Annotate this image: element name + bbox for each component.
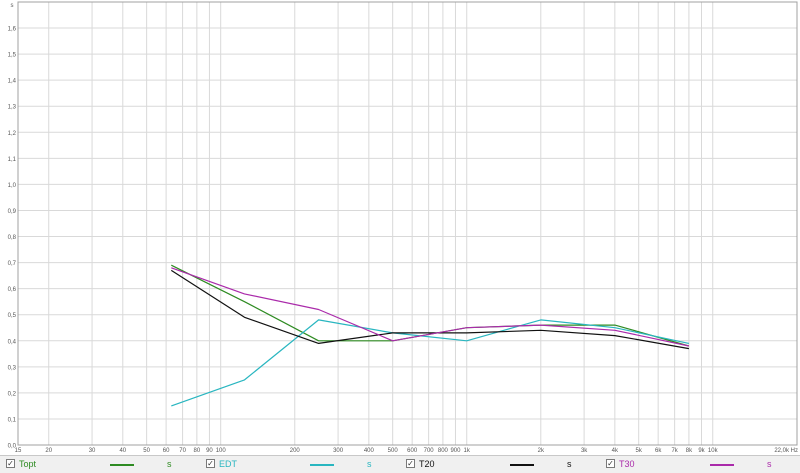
x-tick-label: 100 [216, 448, 227, 454]
checkbox-t20[interactable]: ✓ [406, 459, 415, 468]
legend-swatch-t30 [710, 464, 734, 466]
x-tick-label: 900 [450, 448, 461, 454]
series-line-t30 [171, 267, 690, 347]
rt-chart: 0,00,10,20,30,40,50,60,70,80,91,01,11,21… [8, 1, 798, 454]
y-tick-label: 0,9 [8, 209, 17, 215]
x-tick-label: 60 [163, 448, 170, 454]
x-tick-label: 30 [89, 448, 96, 454]
checkbox-t30[interactable]: ✓ [606, 459, 615, 468]
legend-unit-t20: s [567, 459, 572, 469]
y-axis-label: s [11, 3, 14, 9]
legend-item-t30[interactable]: ✓ T30 s [600, 456, 800, 473]
plot-frame [17, 1, 798, 446]
x-tick-label: 400 [364, 448, 375, 454]
y-tick-label: 0,6 [8, 287, 17, 293]
legend-label-edt: EDT [219, 459, 237, 469]
y-tick-label: 0,7 [8, 261, 17, 267]
x-tick-label: 90 [206, 448, 213, 454]
y-tick-label: 1,5 [8, 53, 17, 59]
y-tick-label: 1,1 [8, 157, 17, 163]
x-tick-label: 40 [119, 448, 126, 454]
x-tick-label: 20 [45, 448, 52, 454]
y-tick-label: 1,0 [8, 183, 17, 189]
y-tick-label: 0,3 [8, 365, 17, 371]
x-tick-label: 6k [655, 448, 662, 454]
legend: ✓ Topt s ✓ EDT s ✓ T20 s ✓ T30 s [0, 455, 800, 473]
x-tick-label: 5k [636, 448, 643, 454]
x-tick-label: 700 [424, 448, 435, 454]
legend-label-topt: Topt [19, 459, 37, 469]
x-tick-label: 1k [464, 448, 471, 454]
x-tick-label: 80 [194, 448, 201, 454]
x-tick-label: 3k [581, 448, 588, 454]
x-tick-label: 800 [438, 448, 449, 454]
chart-area: 0,0 0,1 0,2 0,3 0,4 0,5 0,6 0,7 0,8 0,9 1,0 1,1 1,2 1… [0, 0, 800, 455]
legend-unit-t30: s [767, 459, 772, 469]
legend-unit-topt: s [167, 459, 172, 469]
x-tick-label: 22,0k Hz [774, 448, 798, 454]
x-tick-label: 600 [407, 448, 418, 454]
y-tick-label: 0,1 [8, 417, 17, 423]
checkbox-topt[interactable]: ✓ [6, 459, 15, 468]
y-tick-label: 1,2 [8, 131, 17, 137]
y-tick-label: 0,4 [8, 339, 17, 345]
x-tick-label: 15 [15, 448, 22, 454]
y-tick-label: 0,8 [8, 235, 17, 241]
legend-swatch-topt [110, 464, 134, 466]
legend-label-t30: T30 [619, 459, 635, 469]
x-tick-label: 50 [143, 448, 150, 454]
x-tick-label: 2k [538, 448, 545, 454]
legend-item-edt[interactable]: ✓ EDT s [200, 456, 400, 473]
x-tick-label: 8k [686, 448, 693, 454]
legend-swatch-edt [310, 464, 334, 466]
x-tick-label: 9k [698, 448, 705, 454]
x-tick-label: 300 [333, 448, 344, 454]
legend-item-t20[interactable]: ✓ T20 s [400, 456, 600, 473]
y-tick-label: 0,2 [8, 391, 17, 397]
y-tick-label: 1,6 [8, 27, 17, 33]
checkbox-edt[interactable]: ✓ [206, 459, 215, 468]
legend-swatch-t20 [510, 464, 534, 466]
x-tick-label: 10k [708, 448, 719, 454]
y-tick-label: 0,5 [8, 313, 17, 319]
x-tick-label: 4k [612, 448, 619, 454]
y-tick-label: 1,3 [8, 105, 17, 111]
y-tick-label: 1,4 [8, 79, 17, 85]
x-tick-label: 500 [388, 448, 399, 454]
legend-item-topt[interactable]: ✓ Topt s [0, 456, 200, 473]
x-tick-label: 200 [290, 448, 301, 454]
x-tick-label: 70 [179, 448, 186, 454]
legend-label-t20: T20 [419, 459, 435, 469]
x-tick-label: 7k [671, 448, 678, 454]
legend-unit-edt: s [367, 459, 372, 469]
